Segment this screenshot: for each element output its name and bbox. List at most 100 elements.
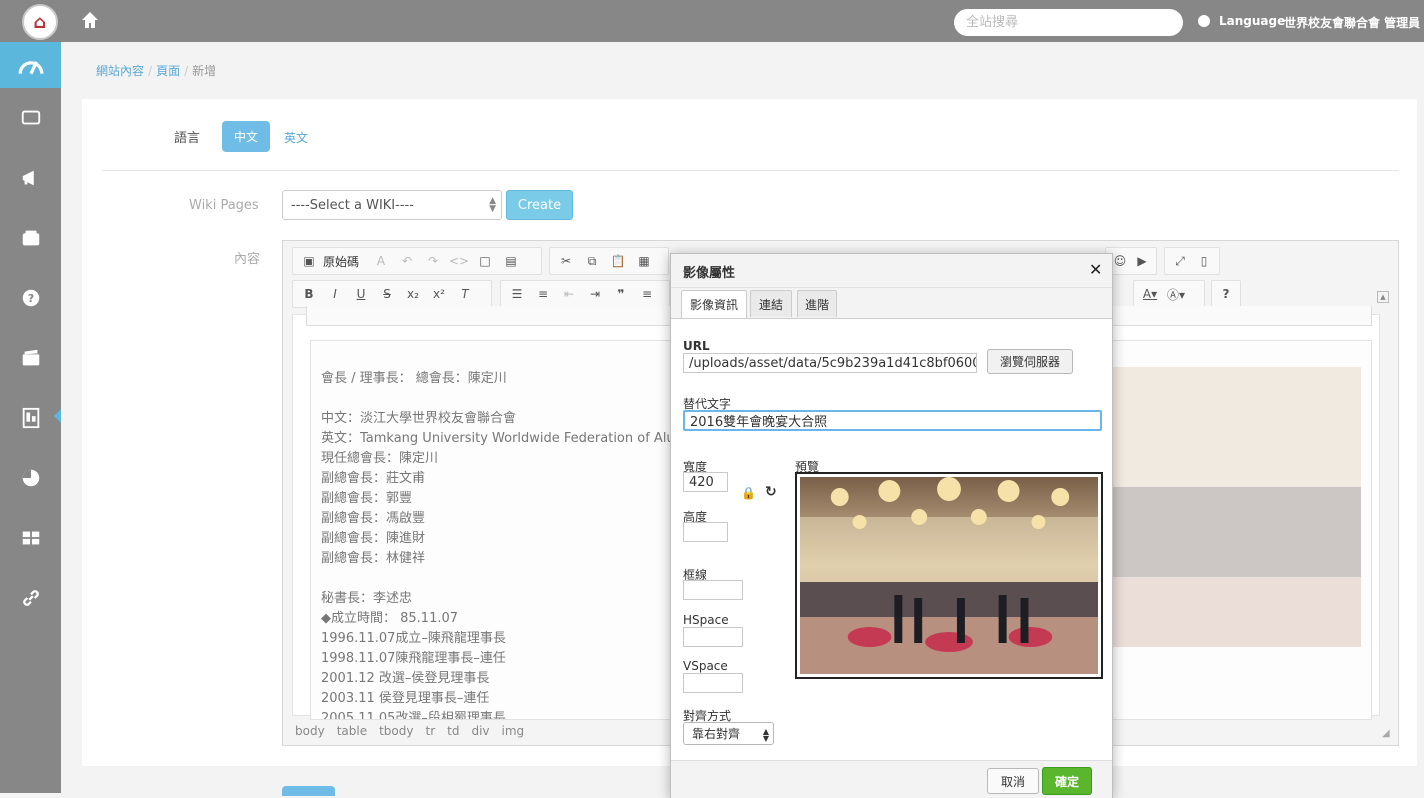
source-button[interactable]: 原始碼: [323, 253, 359, 270]
sidebar-item-links[interactable]: [0, 568, 61, 628]
save-button-partial[interactable]: [282, 786, 335, 796]
path-tbody[interactable]: tbody: [379, 724, 413, 738]
create-button[interactable]: Create: [506, 190, 573, 220]
help-question-icon[interactable]: ?: [1216, 284, 1236, 304]
maximize-icon[interactable]: ⤢: [1169, 251, 1191, 271]
subscript-icon[interactable]: x₂: [401, 284, 425, 304]
text-color-icon[interactable]: A▾: [1138, 284, 1162, 304]
url-label: URL: [683, 339, 710, 353]
sidebar-item-stats[interactable]: [0, 448, 61, 508]
tab-link[interactable]: 連結: [750, 290, 792, 317]
site-search-input[interactable]: [954, 9, 1183, 36]
tab-english[interactable]: 英文: [284, 129, 308, 146]
embedded-banquet-photo[interactable]: [1110, 367, 1361, 647]
smiley-icon[interactable]: ☺: [1110, 251, 1130, 271]
language-menu[interactable]: Language: [1219, 14, 1285, 28]
dialog-tabs: 影像資訊 連結 進階: [671, 288, 1112, 318]
copy-icon[interactable]: ⧉: [580, 251, 604, 271]
browse-server-button[interactable]: 瀏覽伺服器: [987, 349, 1073, 374]
paste-text-icon[interactable]: ▦: [632, 251, 656, 271]
alt-text-input[interactable]: 2016雙年會晚宴大合照: [683, 410, 1102, 431]
cut-icon[interactable]: ✂: [554, 251, 578, 271]
youtube-icon[interactable]: ▶: [1132, 251, 1152, 271]
help-icon: ?: [22, 289, 39, 307]
blockquote-icon[interactable]: ❞: [609, 284, 633, 304]
toolbar-group-basic-styles: B I U S x₂ x² T: [292, 280, 492, 308]
show-blocks-icon[interactable]: ▯: [1193, 251, 1215, 271]
undo-icon[interactable]: ↶: [395, 251, 419, 271]
path-td[interactable]: td: [447, 724, 459, 738]
toolbar-group-clipboard: ✂ ⧉ 📋 ▦: [549, 247, 669, 275]
spellcheck-icon[interactable]: A: [369, 251, 393, 271]
breadcrumb-site-content[interactable]: 網站內容: [96, 64, 144, 78]
dashboard-icon: [18, 61, 43, 75]
ok-button[interactable]: 確定: [1042, 767, 1092, 795]
underline-icon[interactable]: U: [349, 284, 373, 304]
strike-icon[interactable]: S: [375, 284, 399, 304]
path-table[interactable]: table: [337, 724, 367, 738]
reset-size-icon[interactable]: ↻: [765, 484, 777, 500]
code-icon[interactable]: <>: [447, 251, 471, 271]
preview-banquet-photo: [800, 477, 1098, 674]
height-input[interactable]: [683, 522, 728, 542]
close-icon[interactable]: ✕: [1089, 260, 1102, 279]
sidebar-item-help[interactable]: ?: [0, 268, 61, 328]
redo-icon[interactable]: ↷: [421, 251, 445, 271]
url-input[interactable]: /uploads/asset/data/5c9b239a1d41c8bf0600: [683, 353, 977, 373]
sidebar-item-archive[interactable]: [0, 208, 61, 268]
wiki-pages-label: Wiki Pages: [189, 198, 259, 213]
bg-color-icon[interactable]: Ⓐ▾: [1164, 284, 1188, 304]
sidebar-item-dashboard[interactable]: [0, 42, 61, 88]
bullet-list-icon[interactable]: ≡: [531, 284, 555, 304]
hspace-input[interactable]: [683, 627, 743, 647]
wiki-select[interactable]: ----Select a WIKI---- ▲ ▼: [282, 190, 502, 220]
outdent-icon[interactable]: ⇤: [557, 284, 581, 304]
indent-icon[interactable]: ⇥: [583, 284, 607, 304]
globe-icon[interactable]: [1198, 15, 1210, 27]
site-logo[interactable]: ⌂: [22, 4, 58, 40]
sidebar-item-modules[interactable]: [0, 508, 61, 568]
tab-image-info[interactable]: 影像資訊: [681, 290, 747, 318]
template-icon[interactable]: ▤: [499, 251, 523, 271]
path-div[interactable]: div: [471, 724, 489, 738]
grid-icon: [22, 531, 39, 545]
align-select[interactable]: 靠右對齊 ▲ ▼: [683, 722, 774, 745]
breadcrumb-current: 新增: [192, 64, 217, 78]
remove-format-icon[interactable]: T: [453, 284, 477, 304]
italic-icon[interactable]: I: [323, 284, 347, 304]
sidebar-item-screen[interactable]: [0, 88, 61, 148]
source-icon[interactable]: ▣: [297, 251, 321, 271]
path-img[interactable]: img: [502, 724, 525, 738]
monitor-icon: [21, 110, 40, 125]
numbered-list-icon[interactable]: ☰: [505, 284, 529, 304]
sidebar-item-announce[interactable]: [0, 148, 61, 208]
sidebar-item-gallery[interactable]: [0, 328, 61, 388]
toolbar-group-about: ?: [1211, 280, 1241, 308]
home-icon[interactable]: [80, 10, 100, 30]
toolbar-group-document: ▣ 原始碼 A ↶ ↷ <> □ ▤: [292, 247, 542, 275]
path-tr[interactable]: tr: [425, 724, 435, 738]
border-input[interactable]: [683, 580, 743, 600]
sidebar: ?: [0, 42, 61, 793]
tab-advanced[interactable]: 進階: [797, 290, 837, 317]
superscript-icon[interactable]: x²: [427, 284, 451, 304]
align-icon[interactable]: ≡: [635, 284, 659, 304]
select-arrows-icon: ▲ ▼: [489, 196, 496, 214]
collapse-toolbar-icon[interactable]: ▲: [1377, 291, 1389, 303]
sidebar-item-pages[interactable]: [0, 388, 61, 448]
user-menu[interactable]: 世界校友會聯合會 管理員: [1284, 14, 1420, 31]
paste-icon[interactable]: 📋: [606, 251, 630, 271]
resize-handle-icon[interactable]: ◢: [1382, 728, 1394, 740]
select-arrows-icon: ▲ ▼: [762, 727, 769, 743]
lock-ratio-icon[interactable]: 🔒: [741, 486, 756, 500]
vspace-input[interactable]: [683, 673, 743, 693]
new-page-icon[interactable]: □: [473, 251, 497, 271]
content-label: 內容: [234, 252, 261, 267]
path-body[interactable]: body: [295, 724, 325, 738]
bold-icon[interactable]: B: [297, 284, 321, 304]
toolbar-group-view: ⤢ ▯: [1164, 247, 1220, 275]
breadcrumb-pages[interactable]: 頁面: [156, 64, 180, 78]
tab-chinese[interactable]: 中文: [222, 121, 270, 152]
width-input[interactable]: 420: [683, 472, 728, 492]
cancel-button[interactable]: 取消: [987, 768, 1039, 794]
